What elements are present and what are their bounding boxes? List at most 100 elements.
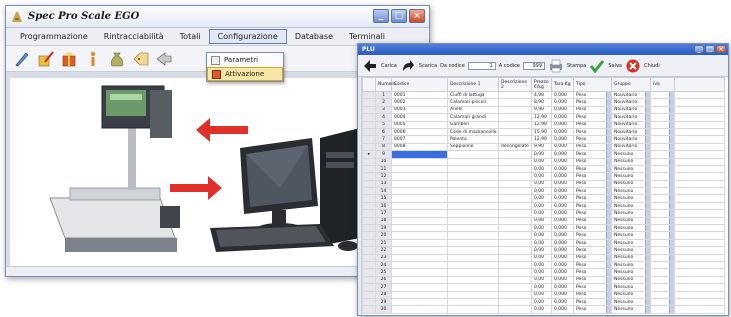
chevron-down-icon[interactable] xyxy=(669,306,674,313)
chevron-down-icon[interactable] xyxy=(669,299,674,305)
cell-desc1[interactable] xyxy=(447,246,499,255)
chevron-down-icon[interactable] xyxy=(606,262,611,268)
row-handle[interactable] xyxy=(362,172,376,181)
chevron-down-icon[interactable] xyxy=(645,196,650,202)
chevron-down-icon[interactable] xyxy=(669,181,674,187)
cell-price[interactable]: 15,90 xyxy=(531,127,552,137)
cell-group[interactable]: Nessuno xyxy=(611,157,651,166)
cell-type[interactable]: Peso xyxy=(573,142,612,152)
cell-desc1[interactable] xyxy=(447,201,499,211)
cell-price[interactable]: 0,00 xyxy=(531,283,552,292)
chevron-down-icon[interactable] xyxy=(669,247,674,254)
table-row[interactable]: 10 0,00 0,000 Peso Nessuno xyxy=(362,157,725,166)
cell-desc1[interactable] xyxy=(447,187,499,196)
cell-type[interactable]: Peso xyxy=(573,127,612,137)
cell-iva[interactable] xyxy=(650,268,675,277)
cell-price[interactable]: 0,00 xyxy=(531,157,552,166)
chevron-down-icon[interactable] xyxy=(645,232,650,239)
from-code-input[interactable]: 1 xyxy=(467,61,496,70)
cell-desc1[interactable] xyxy=(447,268,499,277)
cell-tare[interactable]: 0,000 xyxy=(551,201,574,211)
cell-type[interactable]: Peso xyxy=(573,98,612,107)
cell-desc1[interactable] xyxy=(447,290,499,299)
cell-desc2[interactable] xyxy=(498,157,532,166)
forward-arrow-icon[interactable] xyxy=(400,58,416,74)
cell-price[interactable]: 0,00 xyxy=(531,238,552,248)
menu-item-parametri[interactable]: Parametri xyxy=(207,53,283,67)
pen-icon[interactable] xyxy=(12,49,32,69)
cell-desc2[interactable] xyxy=(498,187,532,196)
cell-group[interactable]: Nessuno xyxy=(611,283,651,292)
cell-price[interactable]: 0,00 xyxy=(531,164,552,174)
cell-desc1[interactable] xyxy=(447,224,499,233)
cell-group[interactable]: Nessuno xyxy=(611,187,651,196)
row-handle[interactable] xyxy=(362,224,376,233)
column-header[interactable]: Tara Kg xyxy=(551,77,574,92)
table-row[interactable]: 4 0004 Calamari grandi 12,90 0,000 Peso Nouvit… xyxy=(362,113,725,122)
menu-configurazione[interactable]: Configurazione xyxy=(208,29,287,44)
cell-group[interactable]: Nessuno xyxy=(611,150,651,159)
cell-desc2[interactable] xyxy=(498,290,532,299)
cell-price[interactable]: 0,00 xyxy=(531,209,552,218)
chevron-down-icon[interactable] xyxy=(645,159,650,165)
menu-rintracciabilit-[interactable]: Rintracciabilità xyxy=(96,30,172,43)
chevron-down-icon[interactable] xyxy=(669,203,674,209)
chevron-down-icon[interactable] xyxy=(669,136,674,143)
chevron-down-icon[interactable] xyxy=(606,159,611,165)
cell-num[interactable]: 24 xyxy=(375,260,392,270)
chevron-down-icon[interactable] xyxy=(645,292,650,298)
cell-tare[interactable]: 0,000 xyxy=(551,120,574,129)
cell-code[interactable]: 0006 xyxy=(391,127,448,137)
cell-type[interactable]: Peso xyxy=(573,216,612,226)
cell-group[interactable]: Nessuno xyxy=(611,172,651,181)
cell-tare[interactable]: 0,000 xyxy=(551,209,574,218)
cell-desc1[interactable] xyxy=(447,231,499,240)
table-row[interactable]: 19 0,00 0,000 Peso Nessuno xyxy=(362,224,725,233)
cell-num[interactable]: 14 xyxy=(375,187,392,196)
chevron-down-icon[interactable] xyxy=(669,269,674,276)
row-handle[interactable] xyxy=(362,231,376,240)
cell-tare[interactable]: 0,000 xyxy=(551,187,574,196)
cell-tare[interactable]: 0,000 xyxy=(551,127,574,137)
cell-code[interactable] xyxy=(391,297,448,307)
cell-price[interactable]: 0,00 xyxy=(531,268,552,277)
chevron-down-icon[interactable] xyxy=(645,277,650,283)
cell-iva[interactable] xyxy=(650,113,675,122)
cell-tare[interactable]: 0,000 xyxy=(551,283,574,292)
cell-desc1[interactable] xyxy=(447,260,499,270)
cell-tare[interactable]: 0,000 xyxy=(551,231,574,240)
row-handle[interactable] xyxy=(362,305,376,314)
cell-code[interactable]: 0005 xyxy=(391,120,448,129)
cell-code[interactable]: 0008 xyxy=(391,142,448,152)
row-handle[interactable] xyxy=(362,201,376,211)
cell-iva[interactable] xyxy=(650,260,675,270)
chevron-down-icon[interactable] xyxy=(669,196,674,202)
cell-desc2[interactable] xyxy=(498,275,532,285)
cell-group[interactable]: Nouvitario xyxy=(611,105,651,115)
chevron-down-icon[interactable] xyxy=(669,107,674,113)
row-handle[interactable] xyxy=(362,90,376,100)
cell-code[interactable] xyxy=(391,275,448,285)
cell-price[interactable]: 0,00 xyxy=(531,297,552,307)
chevron-down-icon[interactable] xyxy=(645,225,650,231)
cell-code[interactable] xyxy=(391,268,448,277)
chevron-down-icon[interactable] xyxy=(645,129,650,135)
cell-desc1[interactable]: Anelli xyxy=(447,105,499,115)
chevron-down-icon[interactable] xyxy=(669,114,674,121)
cell-group[interactable]: Nessuno xyxy=(611,253,651,263)
cell-num[interactable]: 18 xyxy=(375,216,392,226)
maximize-button[interactable]: □ xyxy=(391,9,407,23)
cell-desc2[interactable] xyxy=(498,305,532,314)
cell-desc2[interactable] xyxy=(498,246,532,255)
cell-tare[interactable]: 0,000 xyxy=(551,246,574,255)
cell-price[interactable]: 0,00 xyxy=(531,150,552,159)
cell-desc2[interactable] xyxy=(498,120,532,129)
cell-iva[interactable] xyxy=(650,224,675,233)
cell-desc2[interactable] xyxy=(498,238,532,248)
menu-programmazione[interactable]: Programmazione xyxy=(12,30,96,43)
cell-group[interactable]: Nouvitario xyxy=(611,90,651,100)
cell-price[interactable]: 0,00 xyxy=(531,187,552,196)
chevron-down-icon[interactable] xyxy=(606,203,611,209)
cell-group[interactable]: Nessuno xyxy=(611,216,651,226)
table-row[interactable]: 11 0,00 0,000 Peso Nessuno xyxy=(362,164,725,174)
